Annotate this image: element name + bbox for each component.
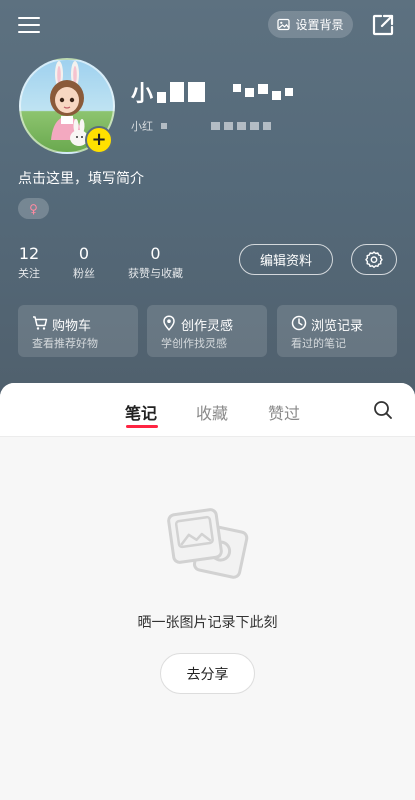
stat-following-count: 12 bbox=[18, 244, 40, 263]
tab-collections[interactable]: 收藏 bbox=[196, 400, 228, 424]
go-share-button[interactable]: 去分享 bbox=[160, 653, 255, 694]
card-browse-history[interactable]: 浏览记录 看过的笔记 bbox=[277, 305, 397, 357]
card-history-title: 浏览记录 bbox=[311, 319, 364, 334]
set-background-button[interactable]: 设置背景 bbox=[268, 11, 353, 38]
set-background-label: 设置背景 bbox=[295, 18, 344, 32]
redacted-block bbox=[245, 87, 255, 97]
stat-following[interactable]: 12 关注 bbox=[18, 244, 40, 281]
card-inspiration-title: 创作灵感 bbox=[181, 319, 234, 334]
redacted-block bbox=[258, 84, 269, 94]
card-shopping-cart[interactable]: 购物车 查看推荐好物 bbox=[18, 305, 138, 357]
gender-tag[interactable]: ♀ bbox=[18, 198, 49, 219]
redacted-block bbox=[157, 91, 167, 103]
empty-state-message: 晒一张图片记录下此刻 bbox=[137, 615, 278, 631]
redacted-block bbox=[272, 90, 282, 100]
content-panel: 笔记 收藏 赞过 晒一张图片记录下此刻 去分享 bbox=[0, 383, 415, 800]
menu-icon[interactable] bbox=[18, 14, 42, 36]
share-icon[interactable] bbox=[371, 13, 395, 37]
card-history-subtitle: 看过的笔记 bbox=[291, 337, 346, 350]
redacted-block bbox=[250, 122, 259, 130]
cart-icon bbox=[33, 316, 48, 330]
stat-followers-label: 粉丝 bbox=[73, 267, 95, 280]
card-creative-inspiration[interactable]: 创作灵感 学创作找灵感 bbox=[147, 305, 267, 357]
stat-likes-count: 0 bbox=[150, 244, 161, 263]
username-row: 小 bbox=[131, 80, 294, 107]
image-icon bbox=[277, 18, 291, 31]
redacted-block bbox=[161, 123, 167, 129]
bio-prompt[interactable]: 点击这里，填写简介 bbox=[18, 168, 144, 188]
redacted-block bbox=[224, 122, 233, 130]
stat-followers[interactable]: 0 粉丝 bbox=[73, 244, 95, 281]
user-id-row: 小红 bbox=[131, 118, 271, 134]
stat-following-label: 关注 bbox=[18, 267, 40, 280]
user-id-prefix: 小红 bbox=[131, 120, 153, 133]
card-inspiration-subtitle: 学创作找灵感 bbox=[161, 337, 227, 350]
redacted-block bbox=[233, 84, 242, 92]
redacted-block bbox=[237, 122, 246, 130]
active-tab-indicator bbox=[126, 425, 158, 428]
stat-likes-label: 获赞与收藏 bbox=[128, 267, 183, 280]
tab-notes[interactable]: 笔记 bbox=[125, 400, 157, 424]
add-avatar-plus-icon[interactable]: + bbox=[85, 126, 113, 154]
stat-followers-count: 0 bbox=[78, 244, 90, 263]
tab-liked[interactable]: 赞过 bbox=[268, 400, 300, 424]
edit-profile-button[interactable]: 编辑资料 bbox=[239, 244, 333, 275]
username: 小 bbox=[131, 82, 154, 107]
card-cart-title: 购物车 bbox=[52, 319, 92, 334]
redacted-block bbox=[170, 82, 185, 102]
tabs-bar: 笔记 收藏 赞过 bbox=[0, 383, 415, 437]
redacted-block bbox=[188, 82, 206, 102]
location-pin-icon bbox=[163, 315, 175, 331]
empty-photos-icon bbox=[167, 508, 249, 579]
search-icon[interactable] bbox=[373, 400, 393, 420]
stat-likes-collects[interactable]: 0 获赞与收藏 bbox=[128, 244, 183, 281]
female-icon: ♀ bbox=[29, 201, 38, 216]
redacted-block bbox=[211, 122, 220, 130]
redacted-block bbox=[285, 88, 294, 96]
card-cart-subtitle: 查看推荐好物 bbox=[32, 337, 98, 350]
clock-icon bbox=[291, 315, 307, 331]
gear-icon bbox=[365, 250, 383, 268]
redacted-block bbox=[263, 122, 271, 130]
settings-button[interactable] bbox=[351, 244, 397, 275]
